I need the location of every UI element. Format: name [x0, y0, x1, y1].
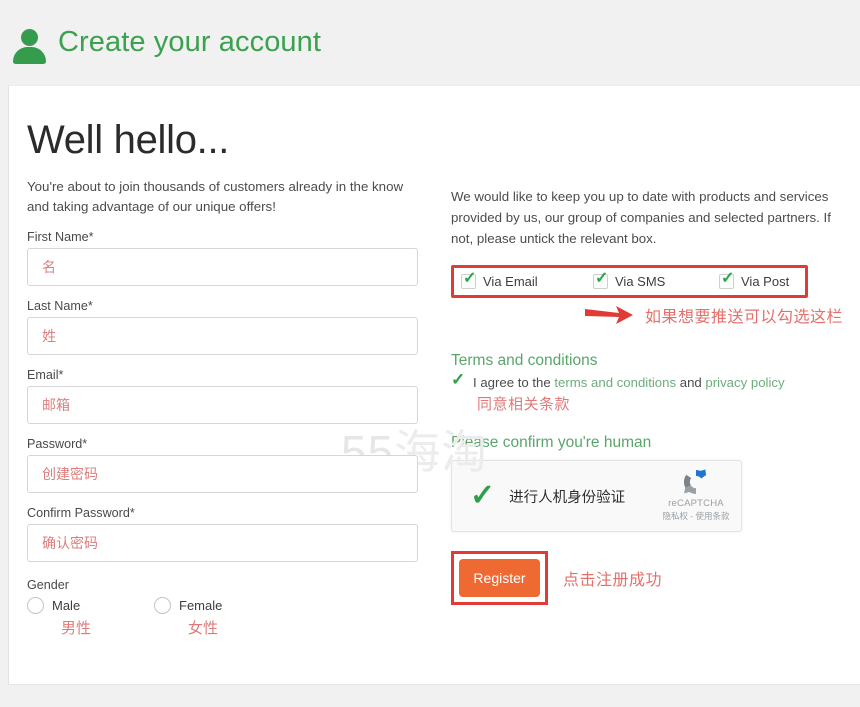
label-password: Password*	[27, 437, 88, 451]
recaptcha-logo-icon	[683, 469, 707, 495]
field-confirm-password: Confirm Password*	[27, 506, 439, 562]
register-button[interactable]: Register	[459, 559, 540, 597]
terms-agree-text: I agree to the terms and conditions and …	[473, 375, 785, 390]
gender-radio-row: Male 男性 Female 女性	[27, 597, 439, 637]
radio-male-label: Male	[52, 598, 81, 613]
page-header: Create your account	[0, 0, 860, 85]
checkbox-via-post[interactable]: ✓ Via Post	[719, 271, 790, 289]
form-right-column: We would like to keep you up to date wit…	[451, 86, 855, 605]
preferences-wrap: ✓ Via Email ✓ Via SMS ✓ Via Post 如果想要推送可…	[451, 265, 843, 326]
label-confirm-password: Confirm Password*	[27, 506, 135, 520]
password-input[interactable]	[27, 455, 418, 493]
label-last-name: Last Name*	[27, 299, 93, 313]
field-last-name: Last Name*	[27, 299, 439, 355]
checkbox-via-post-label: Via Post	[741, 274, 790, 289]
register-wrap: Register 点击注册成功	[451, 551, 855, 605]
preferences-highlight-box: ✓ Via Email ✓ Via SMS ✓ Via Post	[451, 265, 808, 298]
terms-heading: Terms and conditions	[451, 352, 598, 369]
preferences-annotation-text: 如果想要推送可以勾选这栏	[645, 309, 844, 326]
field-first-name: First Name*	[27, 230, 439, 286]
checkbox-via-email[interactable]: ✓ Via Email	[461, 271, 593, 289]
checkbox-via-email-label: Via Email	[483, 274, 538, 289]
recaptcha-brand: reCAPTCHA 隐私权 - 使用条款	[657, 467, 735, 522]
checkmark-icon[interactable]: ✓	[461, 271, 476, 289]
radio-circle-icon[interactable]	[154, 597, 171, 614]
recaptcha-label: 进行人机身份验证	[509, 489, 626, 506]
radio-circle-icon[interactable]	[27, 597, 44, 614]
captcha-heading: Please confirm you're human	[451, 434, 652, 451]
radio-female-annotation: 女性	[188, 620, 219, 637]
welcome-heading: Well hello...	[27, 118, 230, 162]
checkbox-via-sms-label: Via SMS	[615, 274, 666, 289]
registration-page: Create your account 55海淘 Well hello... Y…	[0, 0, 860, 707]
confirm-password-input[interactable]	[27, 524, 418, 562]
radio-male[interactable]: Male 男性	[27, 597, 154, 637]
radio-male-annotation: 男性	[61, 620, 92, 637]
user-avatar-icon	[10, 22, 48, 64]
email-input[interactable]	[27, 386, 418, 424]
registration-card: 55海淘 Well hello... You're about to join …	[8, 85, 860, 685]
recaptcha-widget[interactable]: ✓ 进行人机身份验证 reCAPTCHA 隐私权 - 使用条款	[451, 460, 742, 532]
page-title: Create your account	[58, 26, 322, 58]
checkbox-via-sms[interactable]: ✓ Via SMS	[593, 271, 719, 289]
terms-link[interactable]: terms and conditions	[554, 375, 676, 390]
register-highlight-box: Register	[451, 551, 548, 605]
radio-female[interactable]: Female 女性	[154, 597, 223, 637]
terms-agree-row[interactable]: ✓ I agree to the terms and conditions an…	[451, 371, 855, 391]
checkmark-icon[interactable]: ✓	[719, 271, 734, 289]
form-left-column: Well hello... You're about to join thous…	[27, 86, 439, 637]
recaptcha-checkmark-icon[interactable]: ✓	[470, 481, 495, 511]
intro-text: You're about to join thousands of custom…	[27, 179, 404, 214]
last-name-input[interactable]	[27, 317, 418, 355]
radio-female-label: Female	[179, 598, 223, 613]
privacy-policy-link[interactable]: privacy policy	[705, 375, 784, 390]
recaptcha-legal-text: 隐私权 - 使用条款	[662, 511, 730, 521]
label-first-name: First Name*	[27, 230, 94, 244]
field-email: Email*	[27, 368, 439, 424]
label-gender: Gender	[27, 578, 70, 592]
checkmark-icon[interactable]: ✓	[593, 271, 608, 289]
label-email: Email*	[27, 368, 64, 382]
terms-annotation: 同意相关条款	[477, 396, 571, 413]
terms-checkmark-icon[interactable]: ✓	[451, 371, 465, 390]
marketing-text: We would like to keep you up to date wit…	[451, 189, 831, 246]
arrow-right-icon	[585, 306, 633, 324]
register-annotation: 点击注册成功	[563, 572, 663, 589]
field-password: Password*	[27, 437, 439, 493]
terms-agree-prefix: I agree to the	[473, 375, 555, 390]
first-name-input[interactable]	[27, 248, 418, 286]
preferences-annotation: 如果想要推送可以勾选这栏	[583, 303, 843, 327]
terms-agree-mid: and	[676, 375, 706, 390]
gender-block: Gender Male 男性 Female 女性	[27, 578, 439, 637]
recaptcha-brand-name: reCAPTCHA	[668, 498, 724, 509]
